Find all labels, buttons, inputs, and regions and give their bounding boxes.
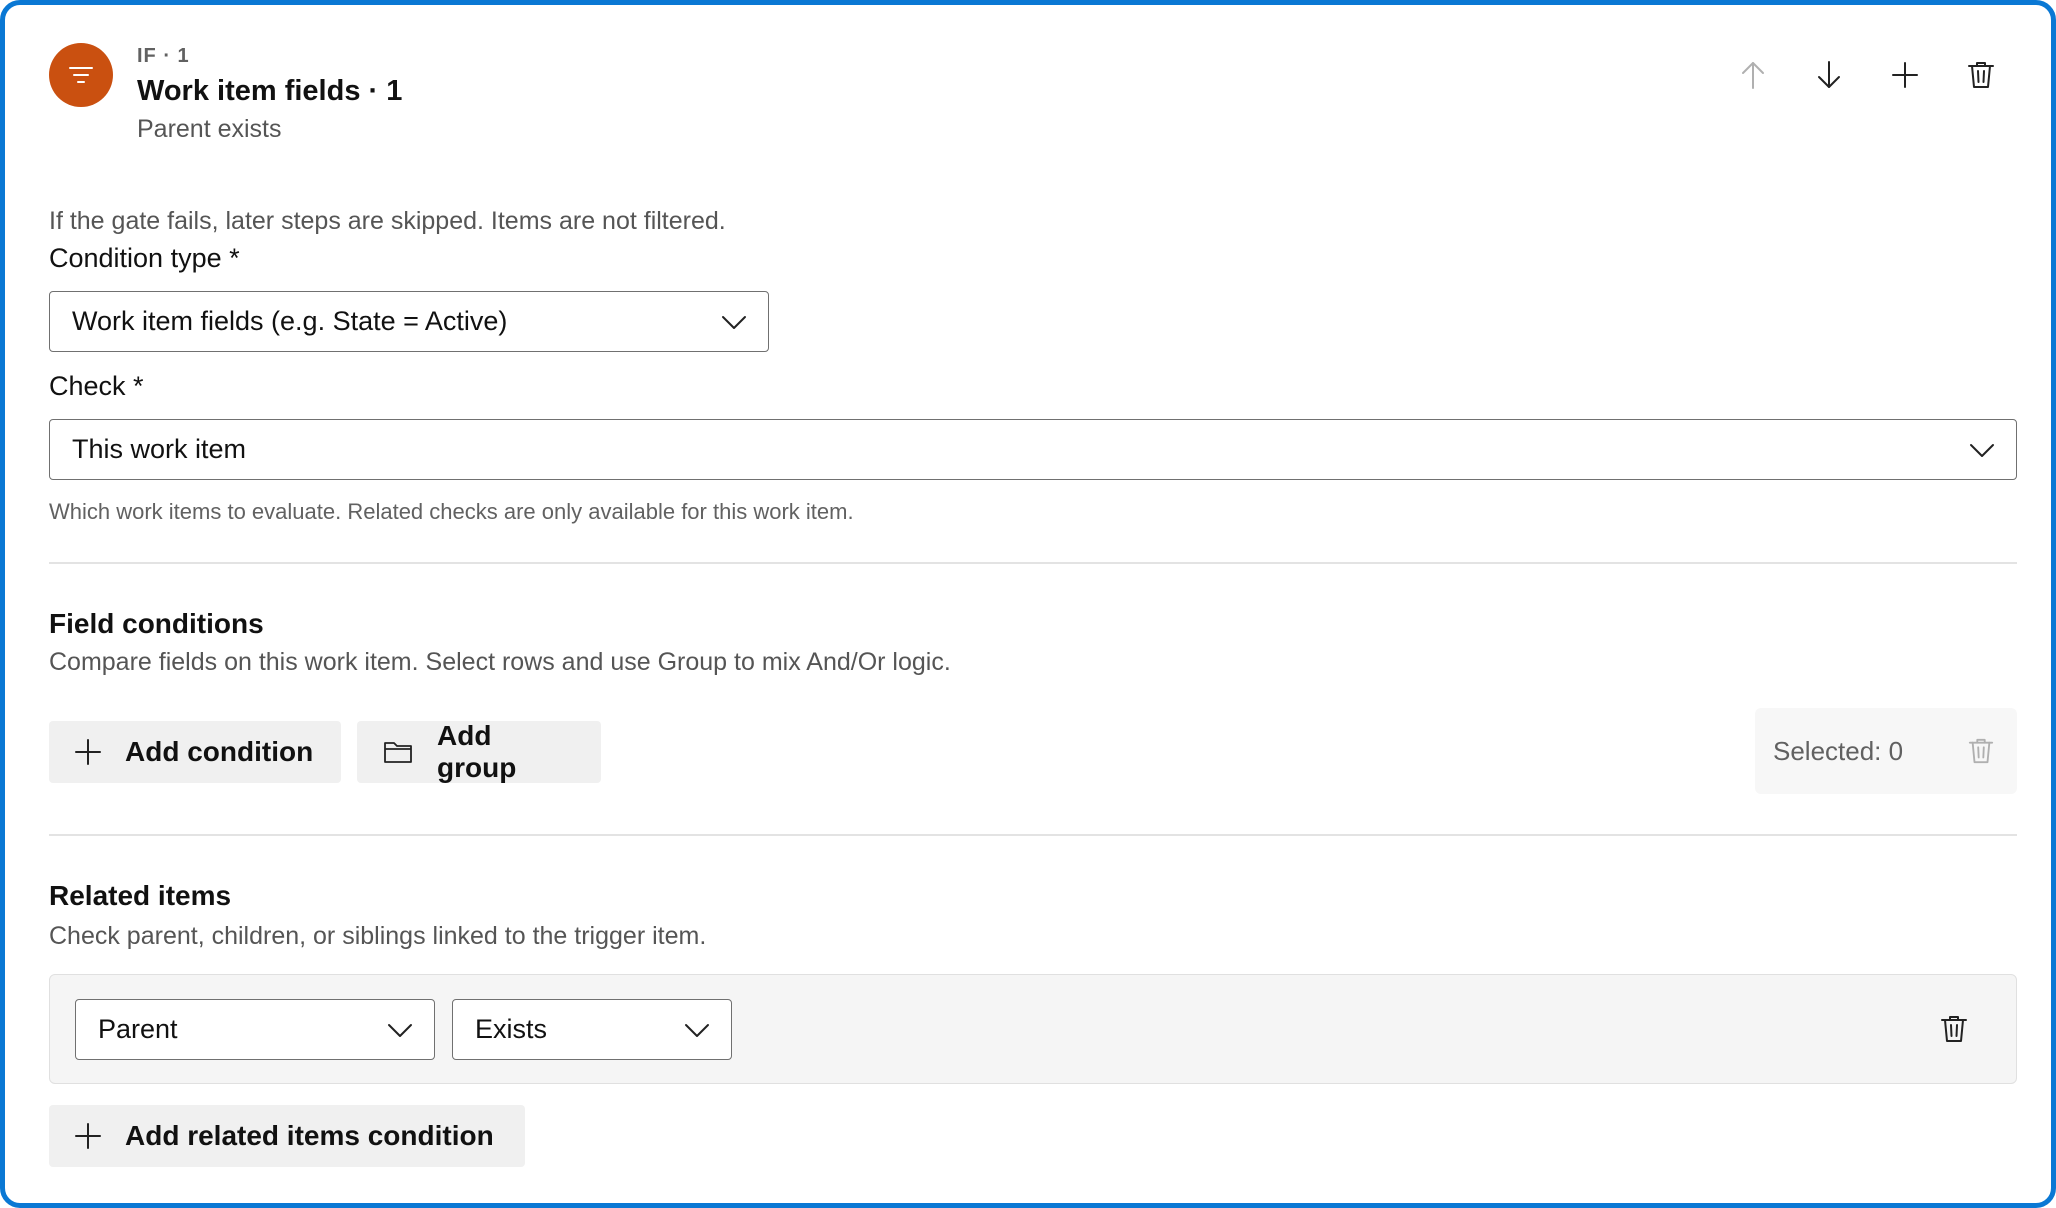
- step-title: Work item fields · 1: [137, 75, 403, 107]
- field-conditions-description: Compare fields on this work item. Select…: [49, 648, 951, 676]
- check-value: This work item: [72, 434, 247, 464]
- add-condition-label: Add condition: [125, 736, 314, 767]
- divider: [49, 834, 2017, 836]
- gate-note: If the gate fails, later steps are skipp…: [49, 207, 726, 235]
- step-subtitle: Parent exists: [137, 115, 282, 143]
- operator-value: Exists: [475, 1014, 548, 1044]
- step-kicker: IF · 1: [137, 45, 190, 67]
- chevron-down-icon: [722, 315, 746, 329]
- arrow-up-icon: [1742, 62, 1764, 89]
- related-item-row: Parent Exists: [49, 974, 2017, 1084]
- check-select[interactable]: This work item: [49, 419, 2017, 480]
- plus-icon: [75, 1123, 101, 1149]
- related-items-description: Check parent, children, or siblings link…: [49, 922, 707, 950]
- move-down-button[interactable]: [1809, 55, 1849, 95]
- trash-icon: [1941, 1016, 1967, 1042]
- selection-toolbar: Selected: 0: [1755, 708, 2017, 794]
- plus-icon: [1892, 62, 1918, 88]
- condition-step-card: IF · 1 Work item fields · 1 Parent exist…: [0, 0, 2056, 1208]
- folder-icon: [384, 742, 412, 763]
- add-group-button[interactable]: Add group: [357, 720, 601, 783]
- relation-value: Parent: [98, 1014, 178, 1044]
- add-step-button[interactable]: [1885, 55, 1925, 95]
- delete-related-row-button[interactable]: [1936, 1011, 1972, 1047]
- add-related-items-label: Add related items condition: [125, 1120, 494, 1151]
- check-label: Check *: [49, 371, 144, 401]
- condition-type-select[interactable]: Work item fields (e.g. State = Active): [49, 291, 769, 352]
- trash-icon: [1968, 738, 1994, 764]
- operator-select[interactable]: Exists: [452, 999, 732, 1060]
- selected-count: Selected: 0: [1773, 735, 1904, 766]
- check-hint: Which work items to evaluate. Related ch…: [49, 499, 854, 524]
- move-up-button[interactable]: [1733, 55, 1773, 95]
- arrow-down-icon: [1818, 61, 1840, 88]
- add-related-items-condition-button[interactable]: Add related items condition: [49, 1105, 525, 1167]
- plus-icon: [75, 739, 101, 765]
- chevron-down-icon: [685, 1023, 709, 1037]
- chevron-down-icon: [1970, 443, 1994, 457]
- add-group-label: Add group: [437, 720, 517, 783]
- delete-selected-button[interactable]: [1963, 733, 1999, 769]
- filter-icon: [49, 43, 113, 107]
- field-conditions-title: Field conditions: [49, 608, 264, 639]
- condition-type-value: Work item fields (e.g. State = Active): [72, 306, 508, 336]
- chevron-down-icon: [388, 1023, 412, 1037]
- trash-icon: [1968, 62, 1994, 88]
- divider: [49, 562, 2017, 564]
- relation-select[interactable]: Parent: [75, 999, 435, 1060]
- condition-type-label: Condition type *: [49, 243, 240, 273]
- delete-step-button[interactable]: [1961, 55, 2001, 95]
- step-toolbar: [1733, 55, 2001, 95]
- related-items-title: Related items: [49, 880, 232, 911]
- add-condition-button[interactable]: Add condition: [49, 721, 341, 783]
